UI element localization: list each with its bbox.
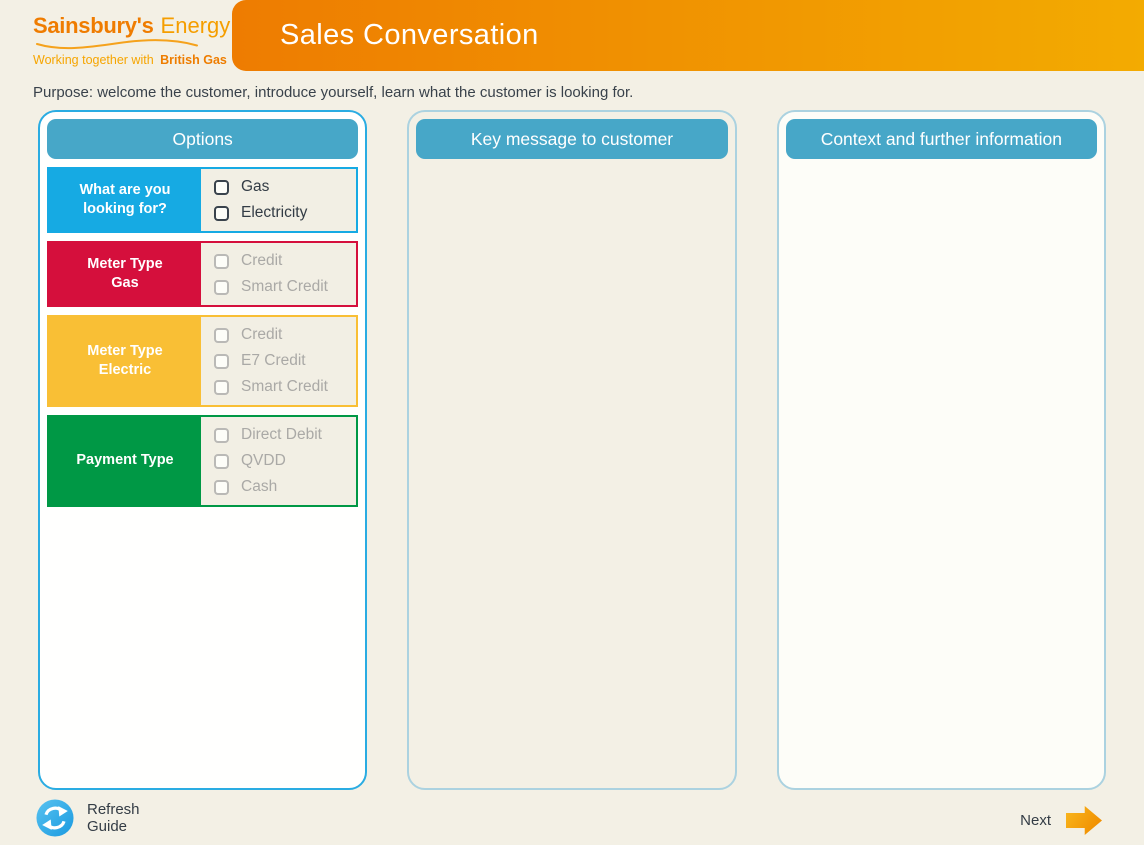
checkbox-e7-credit[interactable] (214, 354, 229, 369)
option-label: Cash (241, 478, 277, 496)
options-row-label: What are you looking for? (49, 169, 201, 231)
option-item-e7-credit[interactable]: E7 Credit (214, 348, 356, 374)
options-row-payment-type: Payment Type Direct Debit QVDD Cash (47, 415, 358, 507)
panels-container: Options What are you looking for? Gas El… (38, 110, 1106, 790)
options-row-label: Payment Type (49, 417, 201, 505)
page-header-bar: Sales Conversation (232, 0, 1144, 71)
options-rows: What are you looking for? Gas Electricit… (47, 167, 358, 507)
logo-tagline: Working together with British Gas (33, 53, 230, 67)
option-label: Smart Credit (241, 378, 328, 396)
options-row-what-are-you: What are you looking for? Gas Electricit… (47, 167, 358, 233)
panel-options-header: Options (47, 119, 358, 159)
options-row-choices: Direct Debit QVDD Cash (201, 417, 356, 505)
option-label: Smart Credit (241, 278, 328, 296)
option-label: Gas (241, 178, 269, 196)
refresh-guide-button[interactable]: Refresh Guide (36, 799, 140, 837)
option-item-qvdd[interactable]: QVDD (214, 448, 356, 474)
options-row-label: Meter Type Gas (49, 243, 201, 305)
option-item-direct-debit[interactable]: Direct Debit (214, 422, 356, 448)
checkbox-direct-debit[interactable] (214, 428, 229, 443)
checkbox-credit[interactable] (214, 254, 229, 269)
checkbox-electricity[interactable] (214, 206, 229, 221)
checkbox-qvdd[interactable] (214, 454, 229, 469)
option-label: Credit (241, 326, 282, 344)
logo-product-text: Energy (161, 13, 231, 38)
option-item-gas[interactable]: Gas (214, 174, 356, 200)
next-arrow-icon[interactable] (1066, 806, 1102, 835)
checkbox-cash[interactable] (214, 480, 229, 495)
option-item-smart-credit[interactable]: Smart Credit (214, 374, 356, 400)
checkbox-smart-credit[interactable] (214, 380, 229, 395)
options-row-choices: Gas Electricity (201, 169, 356, 231)
options-row-choices: Credit E7 Credit Smart Credit (201, 317, 356, 405)
checkbox-credit[interactable] (214, 328, 229, 343)
option-item-credit[interactable]: Credit (214, 248, 356, 274)
option-label: Direct Debit (241, 426, 322, 444)
panel-options: Options What are you looking for? Gas El… (38, 110, 367, 790)
option-item-credit[interactable]: Credit (214, 322, 356, 348)
option-label: QVDD (241, 452, 286, 470)
option-label: Electricity (241, 204, 307, 222)
option-item-electricity[interactable]: Electricity (214, 200, 356, 226)
logo-wordmark: Sainsbury's Energy (33, 13, 230, 39)
option-item-cash[interactable]: Cash (214, 474, 356, 500)
tagline-prefix-text: Working together with (33, 53, 154, 67)
page-title: Sales Conversation (232, 19, 539, 52)
tagline-british-gas-text: British Gas (160, 53, 227, 67)
checkbox-smart-credit[interactable] (214, 280, 229, 295)
checkbox-gas[interactable] (214, 180, 229, 195)
purpose-text: Purpose: welcome the customer, introduce… (33, 84, 633, 101)
options-row-label: Meter Type Electric (49, 317, 201, 405)
refresh-guide-label: Refresh Guide (87, 801, 140, 835)
next-button[interactable]: Next (1020, 806, 1102, 835)
panel-context-header: Context and further information (786, 119, 1097, 159)
panel-context: Context and further information (777, 110, 1106, 790)
logo-brand-text: Sainsbury's (33, 13, 154, 38)
option-label: E7 Credit (241, 352, 306, 370)
options-row-choices: Credit Smart Credit (201, 243, 356, 305)
option-item-smart-credit[interactable]: Smart Credit (214, 274, 356, 300)
next-label: Next (1020, 812, 1051, 829)
sainsburys-energy-logo: Sainsbury's Energy Working together with … (33, 13, 230, 67)
refresh-icon[interactable] (36, 799, 74, 837)
panel-key-message: Key message to customer (407, 110, 736, 790)
options-row-meter-type: Meter Type Electric Credit E7 Credit Sma… (47, 315, 358, 407)
options-row-meter-type: Meter Type Gas Credit Smart Credit (47, 241, 358, 307)
option-label: Credit (241, 252, 282, 270)
panel-key-message-header: Key message to customer (416, 119, 727, 159)
